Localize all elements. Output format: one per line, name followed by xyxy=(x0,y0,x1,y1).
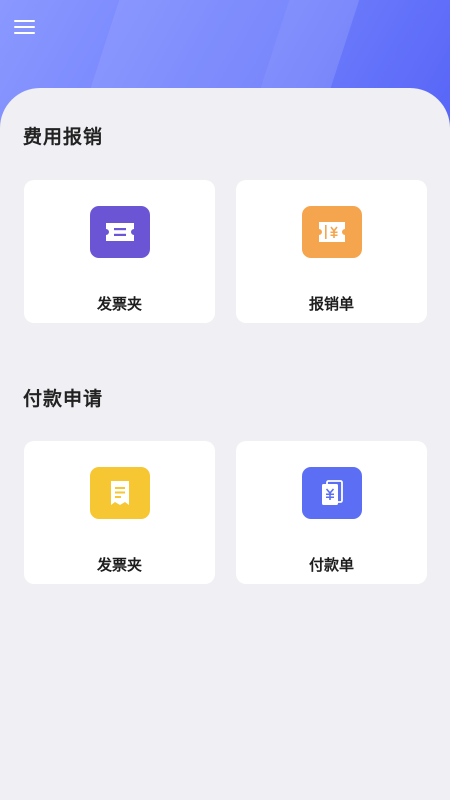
yuan-ticket-icon xyxy=(302,206,362,258)
hamburger-menu-icon xyxy=(14,20,35,34)
card-invoice-folder-expense[interactable]: 发票夹 xyxy=(24,180,215,323)
section-title-payment: 付款申请 xyxy=(23,388,104,410)
yuan-document-icon xyxy=(302,467,362,519)
card-reimbursement-form[interactable]: 报销单 xyxy=(236,180,427,323)
menu-button[interactable] xyxy=(14,18,38,38)
card-payment-form[interactable]: 付款单 xyxy=(236,441,427,584)
card-label: 发票夹 xyxy=(96,556,142,574)
card-label: 付款单 xyxy=(308,556,354,574)
section-title-expense: 费用报销 xyxy=(23,126,104,148)
receipt-icon xyxy=(90,467,150,519)
card-label: 报销单 xyxy=(308,295,354,313)
app-screen: 费用报销 发票夹 报销单 付款申请 发票夹 付款单 xyxy=(0,0,450,800)
card-invoice-folder-payment[interactable]: 发票夹 xyxy=(24,441,215,584)
ticket-icon xyxy=(90,206,150,258)
card-label: 发票夹 xyxy=(96,295,142,313)
content-sheet: 费用报销 发票夹 报销单 付款申请 发票夹 付款单 xyxy=(0,88,450,800)
